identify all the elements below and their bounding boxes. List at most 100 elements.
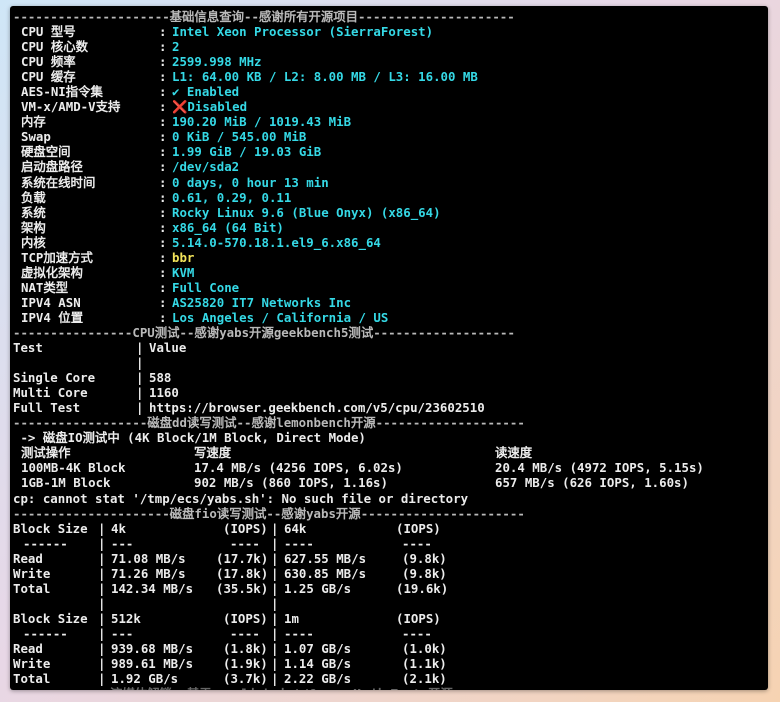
fio-cell: (IOPS) (223, 520, 268, 536)
fio-pipe: | (271, 550, 279, 566)
cpu-cell: Value (149, 340, 187, 356)
fio-cell: (1.0k) (402, 640, 447, 656)
info-label: 负载 (21, 189, 46, 205)
fio-cell: (17.8k) (216, 565, 269, 581)
info-label: CPU 缓存 (21, 69, 76, 85)
cpu-pipe: | (136, 370, 144, 386)
fio-cell: 512k (111, 610, 141, 626)
fio-cell: ------ (23, 625, 68, 641)
info-row: 启动盘路径: /dev/sda2 (13, 159, 768, 174)
dd-cell: 17.4 MB/s (4256 IOPS, 6.02s) (194, 460, 403, 476)
fio-cell: --- (111, 625, 134, 641)
dd-error: cp: cannot stat '/tmp/ecs/yabs.sh': No s… (13, 491, 768, 506)
info-label: NAT类型 (21, 279, 69, 295)
fio-pipe: | (271, 610, 279, 626)
info-separator: : (159, 174, 167, 190)
info-value: Rocky Linux 9.6 (Blue Onyx) (x86_64) (172, 204, 441, 220)
fio-cell: (35.5k) (216, 580, 269, 596)
fio-pipe: | (271, 625, 279, 641)
fio-pipe: | (98, 640, 106, 656)
info-separator: : (159, 204, 167, 220)
cpu-row: Single Core | 588 (13, 370, 768, 385)
info-row: 负载:0.61, 0.29, 0.11 (13, 190, 768, 205)
info-label: IPV4 ASN (21, 294, 81, 310)
fio-pipe: | (98, 625, 106, 641)
info-label: AES-NI指令集 (21, 84, 103, 100)
fio-pipe: | (98, 520, 106, 536)
info-separator: : (159, 114, 167, 130)
cpu-cell: Test (13, 340, 43, 356)
fio-cell: 71.26 MB/s (111, 565, 186, 581)
error-message: cp: cannot stat '/tmp/ecs/yabs.sh': No s… (13, 490, 469, 506)
info-row: 内核:5.14.0-570.18.1.el9_6.x86_64 (13, 235, 768, 250)
info-row: CPU 型号: Intel Xeon Processor (SierraFores… (13, 24, 768, 39)
info-value: 1.99 GiB / 19.03 GiB (172, 144, 322, 160)
fio-pipe: | (98, 656, 106, 672)
fio-row: Write | 71.26 MB/s (17.8k) | 630.85 MB/s (9.8k… (13, 566, 768, 581)
info-value: Los Angeles / California / US (172, 309, 389, 325)
info-separator: : (159, 219, 167, 235)
info-row: 系统在线时间:0 days, 0 hour 13 min (13, 175, 768, 190)
fio-cell: ------ (23, 535, 68, 551)
info-label: CPU 型号 (21, 24, 76, 40)
info-separator: : (159, 264, 167, 280)
fio-cell: 2.22 GB/s (284, 671, 352, 687)
info-separator: : (159, 129, 167, 145)
info-label: 虚拟化架构 (21, 264, 83, 280)
fio-cell: 1.25 GB/s (284, 580, 352, 596)
info-value: Full Cone (172, 279, 240, 295)
info-value: AS25820 IT7 Networks Inc (172, 294, 352, 310)
fio-pipe: | (98, 550, 106, 566)
info-separator: : (159, 144, 167, 160)
info-value: ✔ Enabled (172, 84, 240, 100)
fio-cell: (1.8k) (223, 640, 268, 656)
info-separator: : (159, 189, 167, 205)
info-separator: : (159, 69, 167, 85)
fio-cell: ---- (230, 625, 260, 641)
fio-cell: 71.08 MB/s (111, 550, 186, 566)
cpu-cell: 588 (149, 370, 172, 386)
cpu-cell: Full Test (13, 400, 81, 416)
fio-row: Total | 1.92 GB/s (3.7k) | 2.22 GB/s (2.1k) (13, 671, 768, 686)
fio-pipe: | (98, 671, 106, 687)
info-value: x86_64 (64 Bit) (172, 219, 284, 235)
info-label: 系统在线时间 (21, 174, 96, 190)
cpu-cell: Multi Core (13, 385, 88, 401)
info-row: 硬盘空间:1.99 GiB / 19.03 GiB (13, 144, 768, 159)
info-row: CPU 核心数:2 (13, 39, 768, 54)
fio-cell: Write (13, 565, 51, 581)
fio-cell: 142.34 MB/s (111, 580, 194, 596)
info-separator: : (159, 294, 167, 310)
info-separator: : (159, 249, 167, 265)
info-label: 内核 (21, 234, 46, 250)
dd-columns: 测试操作 写速度 读速度 (13, 445, 768, 460)
fio-pipe: | (98, 610, 106, 626)
info-row: 虚拟化架构: KVM (13, 265, 768, 280)
info-value: KVM (172, 264, 195, 280)
info-value: L1: 64.00 KB / L2: 8.00 MB / L3: 16.00 M… (172, 69, 478, 85)
info-label: 架构 (21, 219, 46, 235)
fio-cell: ---- (402, 535, 432, 551)
terminal-window[interactable]: ---------------------基础信息查询--感谢所有开源项目---… (10, 6, 768, 690)
fio-cell: (17.7k) (216, 550, 269, 566)
info-value: 190.20 MiB / 1019.43 MiB (172, 114, 352, 130)
cpu-pipe: | (136, 355, 144, 371)
info-label: 系统 (21, 204, 46, 220)
fio-pipe: | (271, 595, 279, 611)
info-row: 内存:190.20 MiB / 1019.43 MiB (13, 114, 768, 129)
info-value: ❌Disabled (172, 99, 248, 115)
fio-cell: Write (13, 656, 51, 672)
info-value: 0.61, 0.29, 0.11 (172, 189, 292, 205)
dd-cell: 1GB-1M Block (21, 475, 111, 491)
cpu-pipe: | (136, 340, 144, 356)
info-label: VM-x/AMD-V支持 (21, 99, 121, 115)
dd-column-header: 写速度 (194, 445, 232, 461)
fio-cell: (2.1k) (402, 671, 447, 687)
fio-pipe: | (98, 580, 106, 596)
dd-cell: 657 MB/s (626 IOPS, 1.60s) (495, 475, 689, 491)
cpu-row: Full Test | https://browser.geekbench.com/… (13, 400, 768, 415)
fio-row: Read | 71.08 MB/s (17.7k) | 627.55 MB/s (9.8k) (13, 551, 768, 566)
cpu-cell: https://browser.geekbench.com/v5/cpu/236… (149, 400, 485, 416)
info-value: bbr (172, 249, 195, 265)
fio-cell: (9.8k) (402, 550, 447, 566)
